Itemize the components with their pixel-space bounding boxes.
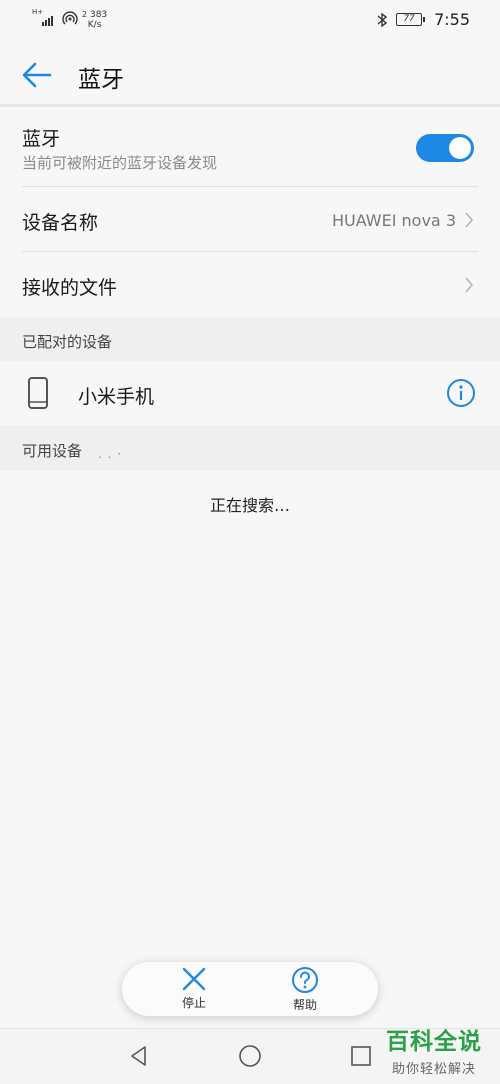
signal-icon: H+ <box>32 8 54 26</box>
bottom-action-bar: 停止 帮助 <box>122 962 378 1016</box>
watermark-logo: 百科全说 助你轻松解决 <box>376 1022 492 1077</box>
available-devices-label: 可用设备 <box>22 442 83 460</box>
bluetooth-toggle-row[interactable]: 蓝牙 当前可被附近的蓝牙设备发现 <box>0 108 500 186</box>
info-icon[interactable] <box>446 378 476 408</box>
hotspot-icon <box>62 11 78 25</box>
device-name-row[interactable]: 设备名称 HUAWEI nova 3 <box>0 187 500 251</box>
status-bar: H+ 2 383 K/s 77 7:55 <box>0 0 500 42</box>
device-name-value: HUAWEI nova 3 <box>331 211 456 230</box>
nav-home-icon[interactable] <box>238 1044 262 1068</box>
available-devices-header: 可用设备 . . · <box>0 426 500 470</box>
speed-unit: K/s <box>87 20 102 30</box>
switch-knob <box>449 137 471 159</box>
help-label: 帮助 <box>292 998 317 1012</box>
chevron-right-icon <box>465 212 474 228</box>
bluetooth-icon <box>377 12 388 27</box>
stop-button[interactable]: 停止 <box>164 966 224 1011</box>
status-left: H+ 2 383 K/s <box>32 8 107 30</box>
app-bar-divider <box>0 104 500 107</box>
status-right: 77 7:55 <box>376 10 470 29</box>
paired-device-name: 小米手机 <box>78 386 155 408</box>
arrow-left-icon[interactable] <box>20 58 54 92</box>
watermark-tagline: 助你轻松解决 <box>391 1062 476 1077</box>
help-button[interactable]: 帮助 <box>275 966 335 1013</box>
help-icon <box>292 967 318 993</box>
loading-spinner-icon: . . · <box>98 447 123 461</box>
net-type: H+ <box>32 8 44 16</box>
watermark-brand: 百科全说 <box>386 1029 482 1055</box>
speed-value: 383 <box>89 10 108 20</box>
app-bar: 蓝牙 <box>0 42 500 106</box>
chevron-right-icon <box>465 277 474 293</box>
network-speed: 2 383 K/s <box>82 10 107 30</box>
paired-devices-label: 已配对的设备 <box>22 333 113 351</box>
bluetooth-subtitle: 当前可被附近的蓝牙设备发现 <box>22 154 218 172</box>
stop-label: 停止 <box>181 996 206 1010</box>
received-files-label: 接收的文件 <box>22 277 118 299</box>
phone-icon <box>28 377 48 409</box>
device-name-label: 设备名称 <box>22 212 99 234</box>
close-icon <box>182 967 206 991</box>
nav-back-icon[interactable] <box>127 1044 151 1068</box>
searching-status: 正在搜索… <box>209 496 290 515</box>
battery-icon: 77 <box>396 13 426 26</box>
bluetooth-switch[interactable] <box>416 134 474 162</box>
paired-device-row[interactable]: 小米手机 <box>0 361 500 425</box>
page-title: 蓝牙 <box>78 67 124 93</box>
speed-superscript: 2 <box>82 10 88 19</box>
received-files-row[interactable]: 接收的文件 <box>0 252 500 317</box>
paired-devices-header: 已配对的设备 <box>0 317 500 361</box>
bluetooth-label: 蓝牙 <box>22 128 61 150</box>
nav-recents-icon[interactable] <box>349 1044 373 1068</box>
clock: 7:55 <box>434 10 470 29</box>
